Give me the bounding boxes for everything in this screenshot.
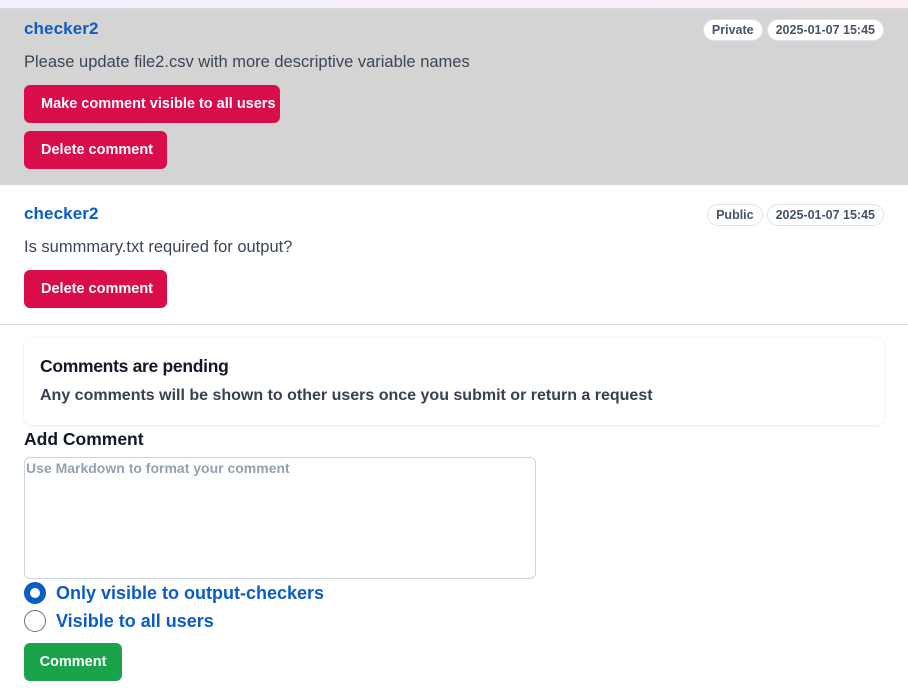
comment-item-public: checker2 Public 2025-01-07 15:45 Is summ… <box>0 186 908 325</box>
delete-comment-button[interactable]: Delete comment <box>24 131 167 169</box>
radio-unselected-icon[interactable] <box>24 610 46 632</box>
visibility-badge: Public <box>707 204 763 226</box>
make-comment-visible-button[interactable]: Make comment visible to all users <box>24 85 280 123</box>
comment-textarea[interactable] <box>24 457 536 579</box>
timestamp-badge: 2025-01-07 15:45 <box>766 204 884 226</box>
visibility-badge: Private <box>702 19 763 41</box>
comment-text: Please update file2.csv with more descri… <box>24 53 470 71</box>
pending-notice-text: Any comments will be shown to other user… <box>40 387 653 404</box>
comment-badges: Public 2025-01-07 15:45 <box>707 204 884 226</box>
comment-badges: Private 2025-01-07 15:45 <box>702 19 884 41</box>
pending-comments-notice: Comments are pending Any comments will b… <box>24 337 884 425</box>
comment-text: Is summmary.txt required for output? <box>24 238 293 256</box>
visibility-option-all-users[interactable]: Visible to all users <box>24 610 214 632</box>
radio-selected-icon[interactable] <box>24 582 46 604</box>
add-comment-heading: Add Comment <box>24 429 144 449</box>
radio-label[interactable]: Only visible to output-checkers <box>56 583 324 604</box>
comment-author-link[interactable]: checker2 <box>24 204 99 224</box>
comment-author-link[interactable]: checker2 <box>24 19 99 39</box>
top-strip <box>0 0 908 9</box>
timestamp-badge: 2025-01-07 15:45 <box>766 19 884 41</box>
delete-comment-button[interactable]: Delete comment <box>24 270 167 308</box>
submit-comment-button[interactable]: Comment <box>24 643 122 681</box>
radio-label[interactable]: Visible to all users <box>56 611 214 632</box>
comment-item-private: checker2 Private 2025-01-07 15:45 Please… <box>0 9 908 185</box>
pending-notice-title: Comments are pending <box>40 356 229 376</box>
visibility-option-checkers[interactable]: Only visible to output-checkers <box>24 582 324 604</box>
